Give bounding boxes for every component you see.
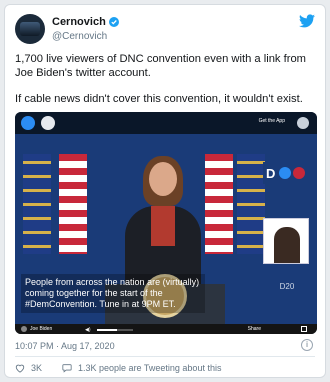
video-player[interactable]: Get the App D People from across the nat… (15, 112, 317, 334)
tweet-text: 1,700 live viewers of DNC convention eve… (15, 52, 317, 118)
timestamp[interactable]: 10:07 PM · Aug 17, 2020 (15, 341, 115, 351)
player-controls: Joe Biden ◀) Share (15, 324, 317, 334)
heart-icon[interactable] (15, 363, 25, 373)
fullscreen-icon[interactable] (301, 326, 307, 332)
like-count[interactable]: 3K (31, 363, 42, 373)
divider (15, 356, 315, 357)
tweet-meta: 10:07 PM · Aug 17, 2020 (15, 341, 115, 351)
tweet-actions: 3K 1.3K people are Tweeting about this (15, 363, 221, 373)
svg-text:D: D (266, 166, 275, 181)
volume-icon[interactable]: ◀) (85, 327, 91, 333)
us-flag-right (205, 154, 233, 254)
channel-avatar (21, 326, 27, 332)
twitter-logo-icon[interactable] (299, 14, 315, 28)
user-icon[interactable] (297, 117, 309, 129)
author-handle[interactable]: @Cernovich (52, 31, 107, 42)
tweet-paragraph-2: If cable news didn't cover this conventi… (15, 93, 303, 105)
author-name[interactable]: Cernovich (52, 16, 106, 28)
reply-icon[interactable] (62, 363, 72, 373)
sign-language-interpreter (263, 218, 309, 264)
people-tweeting[interactable]: 1.3K people are Tweeting about this (78, 363, 221, 373)
channel[interactable]: Joe Biden (21, 326, 52, 332)
side-label: D20 (279, 282, 295, 291)
state-flag-right (237, 154, 265, 254)
avatar[interactable] (15, 14, 45, 44)
get-app-button[interactable]: Get the App (259, 118, 285, 124)
location-icon[interactable] (21, 116, 35, 130)
info-icon[interactable]: i (301, 339, 313, 351)
search-icon[interactable] (41, 116, 55, 130)
video-frame[interactable]: D People from across the nation are (vir… (15, 134, 317, 324)
speaker (125, 154, 201, 296)
share-button[interactable]: Share (248, 326, 261, 332)
video-topbar: Get the App (15, 112, 317, 134)
volume-slider[interactable] (97, 329, 133, 331)
verified-icon (108, 17, 119, 27)
state-flag (23, 154, 51, 254)
author-name-row[interactable]: Cernovich (52, 16, 119, 28)
tweet-card: Cernovich @Cernovich 1,700 live viewers … (4, 4, 326, 378)
us-flag-left (59, 154, 87, 254)
caption-overlay: People from across the nation are (virtu… (21, 274, 205, 313)
channel-name: Joe Biden (30, 326, 53, 332)
dnc-logo-icon: D (263, 162, 309, 184)
tweet-paragraph-1: 1,700 live viewers of DNC convention eve… (15, 53, 307, 79)
